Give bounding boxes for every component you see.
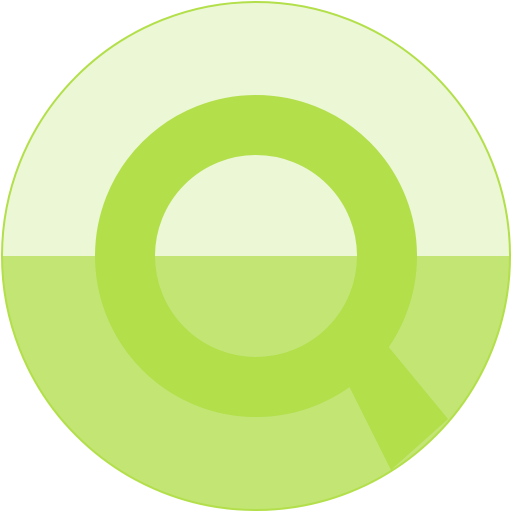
search-icon-container (0, 0, 512, 512)
search-icon (1, 1, 511, 511)
